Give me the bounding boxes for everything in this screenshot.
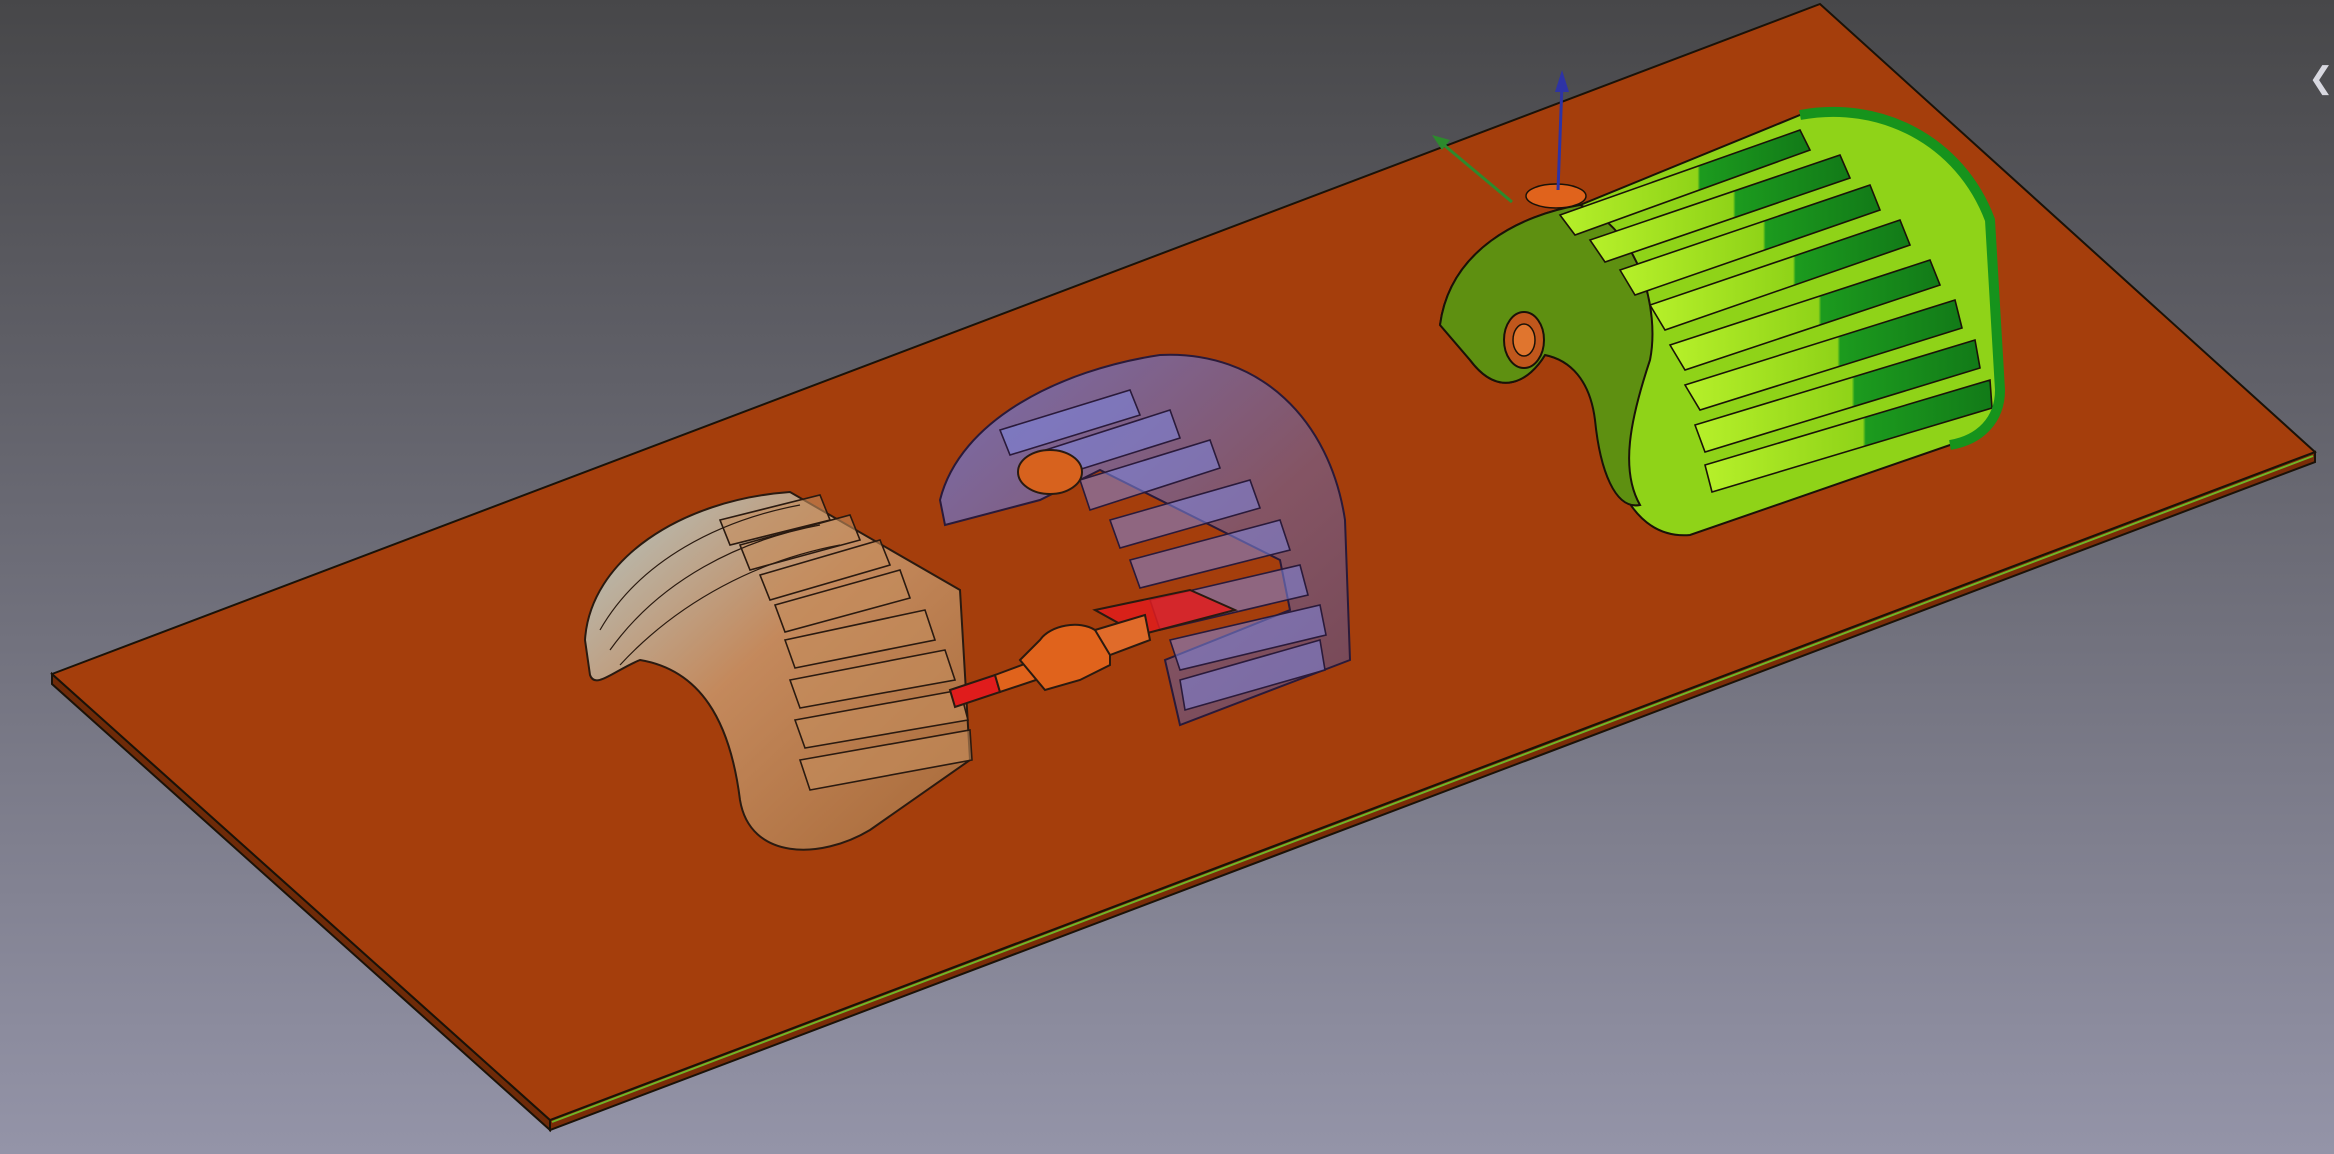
scene-canvas[interactable] bbox=[0, 0, 2334, 1154]
housing-green-top-hub bbox=[1525, 183, 1587, 209]
housing-green-bearing bbox=[1503, 311, 1545, 369]
side-panel-toggle-icon[interactable]: ❮ bbox=[2308, 58, 2334, 98]
3d-viewport[interactable]: ❮ bbox=[0, 0, 2334, 1154]
housing-center-hub bbox=[1017, 449, 1083, 495]
